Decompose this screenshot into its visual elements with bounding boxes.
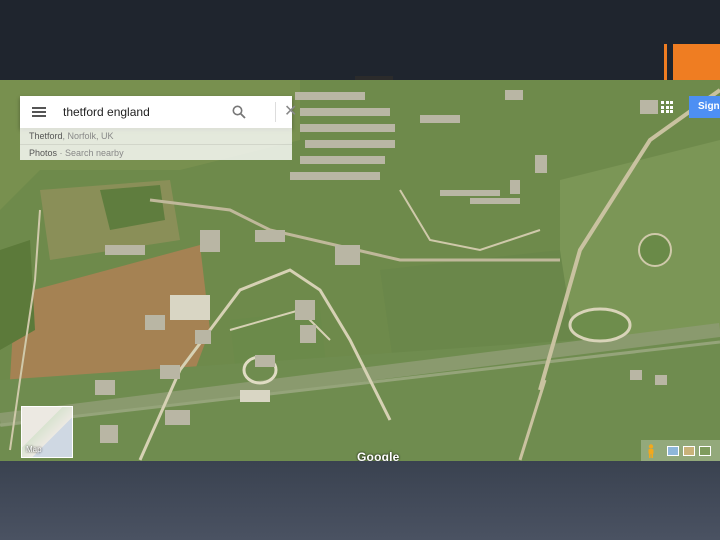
menu-icon[interactable] [32, 107, 46, 117]
search-divider [275, 102, 276, 122]
suggestion-title: Thetford [29, 131, 63, 141]
imagery-thumbnail-3[interactable] [699, 446, 711, 456]
map-toggle-label: Map [26, 445, 42, 454]
slide-footer-band [0, 461, 720, 540]
suggestion-title: Photos [29, 148, 58, 158]
slide-accent-block [673, 44, 720, 80]
imagery-thumbnail-1[interactable] [667, 446, 679, 456]
sign-in-button[interactable]: Sign in [689, 96, 720, 118]
search-icon[interactable] [232, 105, 246, 119]
search-input[interactable] [63, 105, 223, 119]
suggestion-item-photos[interactable]: Photos · Search nearby [20, 144, 292, 160]
slide-accent-line [664, 44, 667, 80]
search-box[interactable]: ✕ [20, 96, 297, 128]
close-icon[interactable]: ✕ [284, 103, 297, 121]
suggestion-subtitle: · Search nearby [57, 148, 124, 158]
slide-title-band [0, 0, 720, 80]
imagery-thumbnail-2[interactable] [683, 446, 695, 456]
map-type-toggle[interactable]: Map [21, 406, 73, 458]
suggestion-item-thetford[interactable]: Thetford, Norfolk, UK [20, 128, 292, 144]
apps-icon[interactable] [661, 101, 673, 113]
suggestion-subtitle: , Norfolk, UK [62, 131, 114, 141]
pegman-icon[interactable] [647, 444, 655, 458]
